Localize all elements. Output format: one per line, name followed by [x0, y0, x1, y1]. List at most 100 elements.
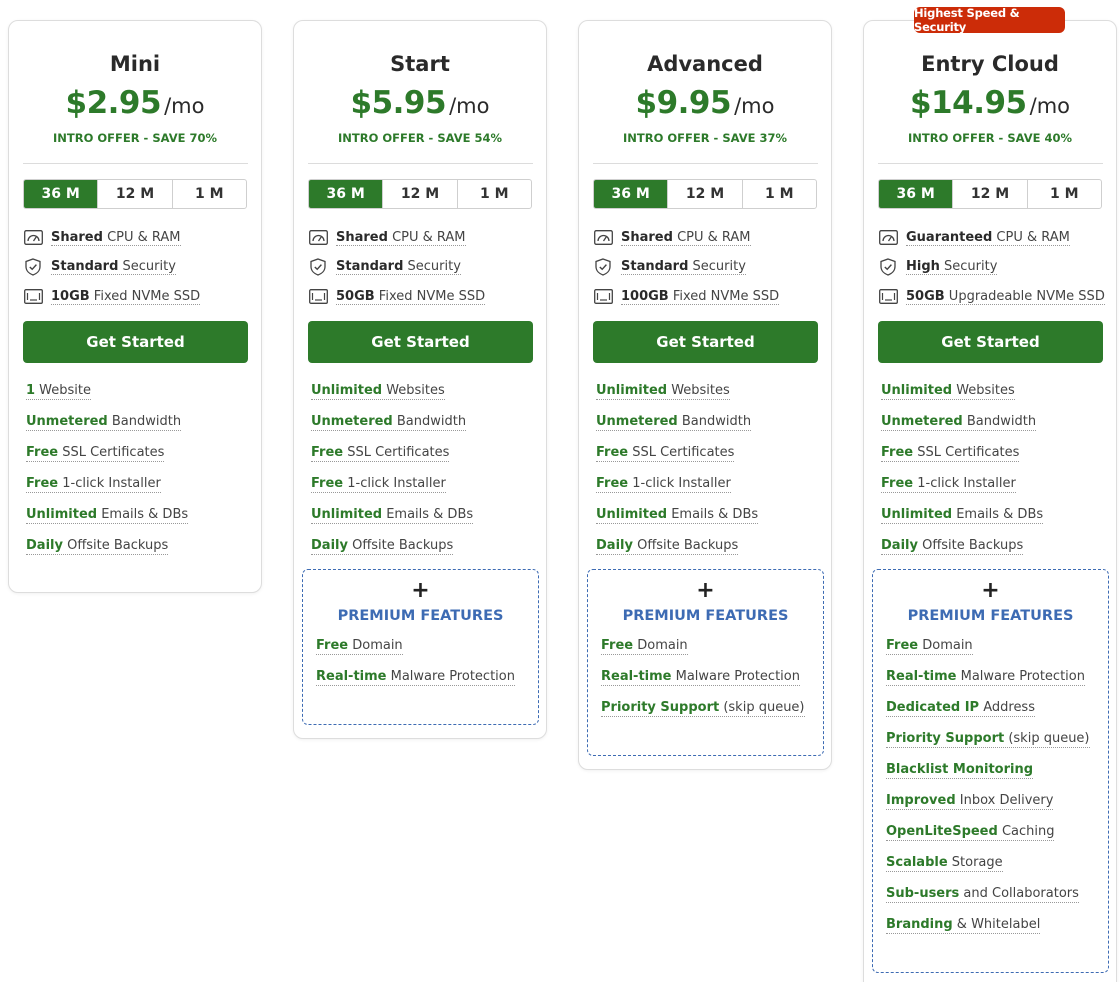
feature-highlight: Unlimited: [311, 383, 383, 398]
ssd-drive-icon: [593, 288, 613, 306]
premium-feature-item: Real-time Malware Protection: [886, 669, 1101, 700]
feature-highlight: Real-time: [601, 669, 672, 684]
spec-strong: Shared: [621, 229, 673, 245]
term-tab-12m[interactable]: 12 M: [383, 180, 458, 208]
plan-price: $14.95: [909, 85, 1027, 121]
spec-rest: Fixed NVMe SSD: [374, 288, 486, 304]
feature-rest: Offsite Backups: [347, 538, 454, 553]
shield-check-icon: [23, 258, 43, 276]
get-started-button[interactable]: Get Started: [878, 321, 1103, 363]
spec-rest: Upgradeable NVMe SSD: [944, 288, 1105, 304]
intro-offer: INTRO OFFER - SAVE 70%: [52, 131, 218, 145]
feature-highlight: Priority Support: [886, 731, 1005, 746]
term-tab-36m[interactable]: 36 M: [24, 180, 99, 208]
spec-rest: Fixed NVMe SSD: [89, 288, 201, 304]
spec-rest: Fixed NVMe SSD: [668, 288, 780, 304]
plus-icon: +: [411, 578, 430, 603]
get-started-button[interactable]: Get Started: [23, 321, 248, 363]
feature-highlight: Real-time: [316, 669, 387, 684]
feature-rest: Website: [35, 383, 92, 398]
spec-strong: Guaranteed: [906, 229, 993, 245]
feature-highlight: Daily: [596, 538, 633, 553]
premium-feature-item: Priority Support (skip queue): [886, 731, 1101, 762]
premium-feature-item: Blacklist Monitoring: [886, 762, 1101, 793]
spec-text: Standard Security: [621, 259, 746, 276]
spec-storage: 10GB Fixed NVMe SSD: [23, 282, 253, 312]
plan-name: Advanced: [647, 52, 763, 76]
spec-security: Standard Security: [23, 253, 253, 283]
premium-feature-list: Free Domain Real-time Malware Protection…: [601, 638, 816, 731]
speedometer-icon: [308, 229, 328, 247]
feature-item: Free SSL Certificates: [596, 445, 826, 476]
spec-text: Standard Security: [51, 259, 176, 276]
divider: [878, 163, 1103, 164]
feature-rest: (skip queue): [1004, 731, 1090, 746]
feature-highlight: Unmetered: [311, 414, 393, 429]
premium-features-box: + PREMIUM FEATURES Free Domain Real-time…: [302, 569, 539, 725]
premium-feature-item: Sub-users and Collaborators: [886, 886, 1101, 917]
feature-item: Daily Offsite Backups: [596, 538, 826, 569]
term-tab-1m[interactable]: 1 M: [458, 180, 531, 208]
ssd-drive-icon: [308, 288, 328, 306]
feature-item: Unmetered Bandwidth: [311, 414, 541, 445]
term-tab-12m[interactable]: 12 M: [668, 180, 743, 208]
spec-rest: Security: [688, 259, 746, 275]
feature-highlight: Daily: [881, 538, 918, 553]
term-tab-36m[interactable]: 36 M: [879, 180, 954, 208]
premium-feature-item: Real-time Malware Protection: [601, 669, 816, 700]
term-tab-12m[interactable]: 12 M: [953, 180, 1028, 208]
feature-highlight: Free: [881, 476, 914, 491]
feature-rest: Emails & DBs: [97, 507, 189, 522]
plan-card-start: Start $5.95/mo INTRO OFFER - SAVE 54% 36…: [293, 20, 547, 739]
feature-highlight: OpenLiteSpeed: [886, 824, 998, 839]
spec-storage: 100GB Fixed NVMe SSD: [593, 282, 823, 312]
feature-highlight: Unmetered: [881, 414, 963, 429]
get-started-button[interactable]: Get Started: [593, 321, 818, 363]
spec-cpu: Shared CPU & RAM: [593, 223, 823, 253]
term-tab-12m[interactable]: 12 M: [98, 180, 173, 208]
feature-item: Free SSL Certificates: [881, 445, 1111, 476]
term-selector: 36 M 12 M 1 M: [593, 179, 817, 209]
feature-highlight: Free: [596, 445, 629, 460]
feature-highlight: Free: [26, 445, 59, 460]
feature-highlight: Unlimited: [881, 507, 953, 522]
term-tab-1m[interactable]: 1 M: [173, 180, 246, 208]
feature-rest: Emails & DBs: [667, 507, 759, 522]
feature-rest: Caching: [997, 824, 1055, 839]
term-tab-1m[interactable]: 1 M: [1028, 180, 1101, 208]
plus-icon: +: [696, 578, 715, 603]
ssd-drive-icon: [878, 288, 898, 306]
get-started-button[interactable]: Get Started: [308, 321, 533, 363]
plus-icon: +: [981, 578, 1000, 603]
feature-rest: Offsite Backups: [917, 538, 1024, 553]
feature-rest: Domain: [633, 638, 688, 653]
feature-highlight: Unlimited: [881, 383, 953, 398]
feature-rest: Emails & DBs: [382, 507, 474, 522]
feature-rest: SSL Certificates: [913, 445, 1020, 460]
premium-features-box: + PREMIUM FEATURES Free Domain Real-time…: [872, 569, 1109, 973]
term-tab-36m[interactable]: 36 M: [309, 180, 384, 208]
spec-list: Shared CPU & RAM Standard Security 50GB …: [308, 223, 538, 312]
feature-rest: Websites: [952, 383, 1015, 398]
feature-item: Unlimited Emails & DBs: [881, 507, 1111, 538]
feature-rest: SSL Certificates: [343, 445, 450, 460]
premium-feature-item: Scalable Storage: [886, 855, 1101, 886]
intro-offer: INTRO OFFER - SAVE 37%: [622, 131, 788, 145]
feature-item: 1 Website: [26, 383, 256, 414]
feature-highlight: Priority Support: [601, 700, 720, 715]
feature-highlight: Sub-users: [886, 886, 960, 901]
shield-check-icon: [878, 258, 898, 276]
feature-rest: Malware Protection: [956, 669, 1085, 684]
feature-rest: Offsite Backups: [62, 538, 169, 553]
feature-rest: Malware Protection: [671, 669, 800, 684]
feature-highlight: Free: [311, 445, 344, 460]
term-tab-1m[interactable]: 1 M: [743, 180, 816, 208]
term-tab-36m[interactable]: 36 M: [594, 180, 669, 208]
feature-item: Unmetered Bandwidth: [596, 414, 826, 445]
plan-name: Entry Cloud: [921, 52, 1059, 76]
speedometer-icon: [593, 229, 613, 247]
spec-rest: CPU & RAM: [102, 229, 181, 245]
feature-rest: 1-click Installer: [343, 476, 446, 491]
feature-rest: Bandwidth: [392, 414, 467, 429]
spec-text: Shared CPU & RAM: [336, 230, 466, 246]
